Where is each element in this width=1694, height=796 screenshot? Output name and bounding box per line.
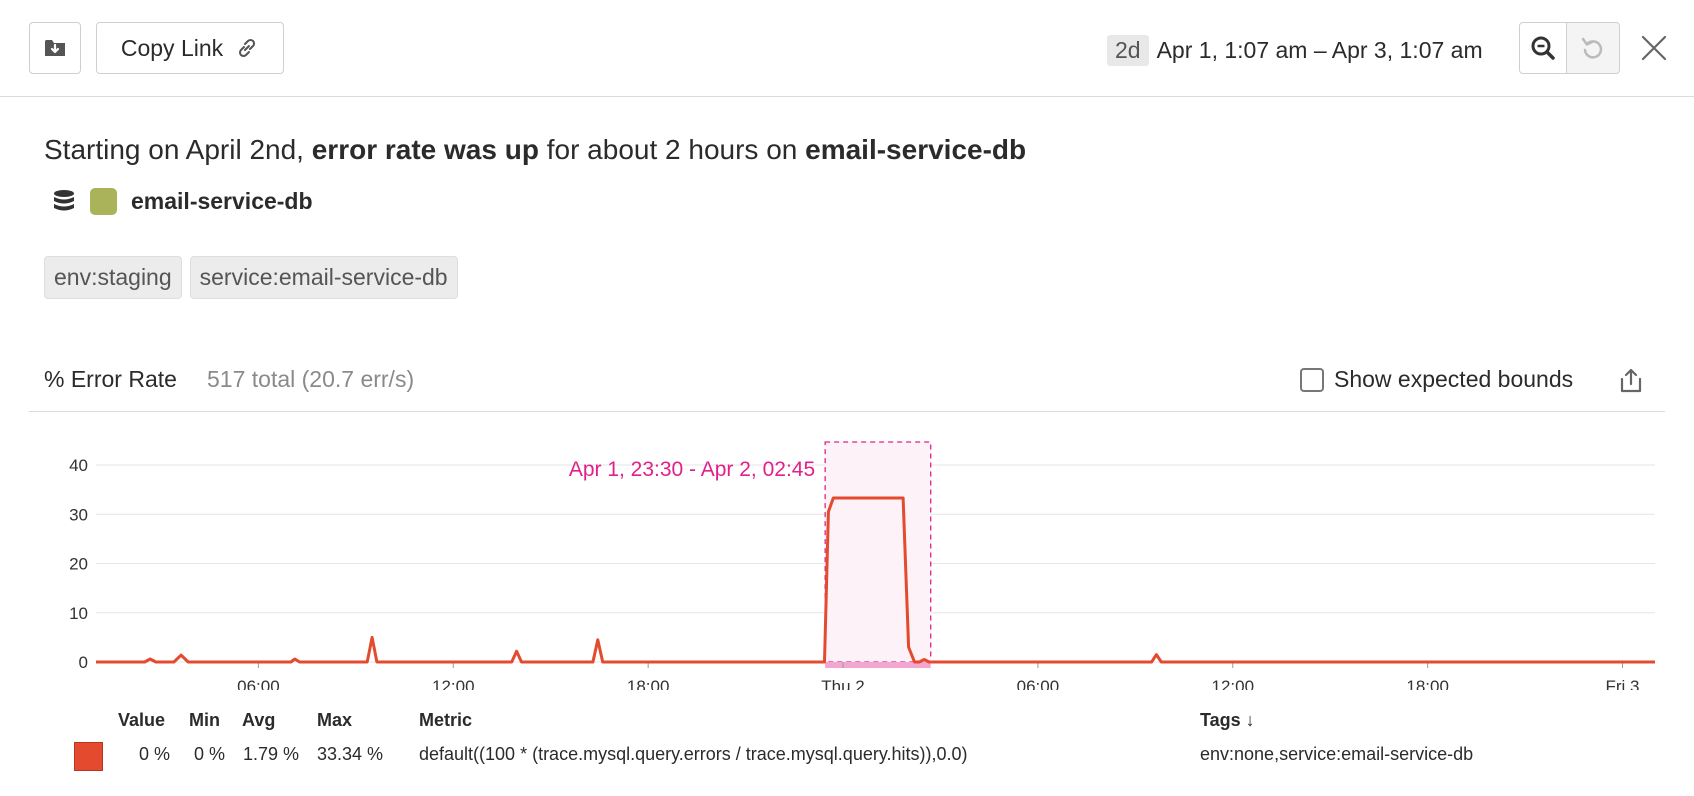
y-tick-label: 20	[69, 555, 88, 574]
legend-header-tags[interactable]: Tags ↓	[1200, 710, 1255, 731]
chart-legend: Value Min Avg Max Metric Tags ↓ 0 % 0 % …	[0, 710, 1694, 790]
undo-icon	[1581, 37, 1603, 59]
expected-bounds-label: Show expected bounds	[1334, 366, 1574, 392]
summary-prefix: Starting on April 2nd,	[44, 134, 312, 165]
copy-link-button[interactable]: Copy Link	[96, 22, 284, 74]
close-icon	[1641, 35, 1667, 61]
toolbar: Copy Link 2d Apr 1, 1:07 am – Apr 3, 1:0…	[0, 0, 1694, 97]
download-box-icon	[45, 40, 65, 56]
y-tick-label: 40	[69, 456, 88, 475]
legend-avg: 1.79 %	[243, 744, 300, 764]
chart-subtitle: 517 total (20.7 err/s)	[207, 366, 415, 392]
y-tick-label: 30	[69, 505, 88, 524]
show-expected-bounds-toggle[interactable]: Show expected bounds	[1300, 366, 1573, 393]
y-tick-label: 10	[69, 604, 88, 623]
x-tick-label: 18:00	[1406, 677, 1449, 690]
y-tick-label: 0	[79, 653, 88, 672]
service-name: email-service-db	[131, 188, 313, 214]
highlight-range-label: Apr 1, 23:30 - Apr 2, 02:45	[569, 458, 815, 481]
tag-chip[interactable]: env:staging	[44, 256, 182, 299]
insight-summary: Starting on April 2nd, error rate was up…	[44, 134, 1026, 166]
database-icon	[54, 189, 74, 210]
x-tick-label: 12:00	[1211, 677, 1254, 690]
service-row[interactable]: email-service-db	[52, 188, 313, 215]
error-rate-chart[interactable]: 0 10 20 30 40 Apr 1, 23:30 - Apr 2, 02:45 06:0…	[0, 420, 1694, 696]
legend-max: 33.34 %	[317, 744, 384, 764]
legend-series-swatch	[74, 742, 103, 771]
chart-canvas[interactable]: 0 10 20 30 40 Apr 1, 23:30 - Apr 2, 02:45 06:0…	[0, 420, 1694, 696]
chart-title: % Error Rate	[44, 366, 177, 392]
zoom-button[interactable]	[1519, 22, 1567, 74]
undo-zoom-button[interactable]	[1566, 22, 1620, 74]
tag-chip[interactable]: service:email-service-db	[189, 256, 458, 299]
save-to-dashboard-button[interactable]	[29, 22, 81, 74]
legend-header-min: Min	[189, 710, 220, 730]
x-tick-label: Fri 3	[1606, 677, 1640, 690]
summary-middle: for about 2 hours on	[538, 134, 806, 165]
x-tick-label: 18:00	[627, 677, 670, 690]
legend-header-metric: Metric	[419, 710, 473, 730]
x-tick-label: 06:00	[237, 677, 280, 690]
x-tick-label: 06:00	[1017, 677, 1060, 690]
share-icon	[1620, 368, 1642, 393]
highlight-band	[825, 442, 931, 662]
legend-header-avg: Avg	[242, 710, 276, 730]
service-color-swatch	[90, 188, 117, 215]
tag-list: env:staging service:email-service-db	[44, 256, 458, 299]
legend-header-max: Max	[317, 710, 353, 730]
time-range-picker[interactable]: 2d Apr 1, 1:07 am – Apr 3, 1:07 am	[1107, 32, 1483, 68]
chart-divider	[29, 411, 1665, 412]
legend-header-value: Value	[118, 710, 166, 730]
link-icon	[239, 38, 256, 58]
close-button[interactable]	[1636, 30, 1672, 66]
legend-tags: env:none,service:email-service-db	[1200, 744, 1474, 764]
legend-min: 0 %	[194, 744, 226, 764]
expected-bounds-checkbox[interactable]	[1300, 367, 1324, 392]
magnifier-icon	[1531, 36, 1555, 60]
time-span-badge: 2d	[1107, 34, 1149, 66]
export-button[interactable]	[1616, 366, 1646, 396]
x-tick-label: Thu 2	[821, 677, 864, 690]
time-range-label: Apr 1, 1:07 am – Apr 3, 1:07 am	[1156, 36, 1483, 63]
x-tick-label: 12:00	[432, 677, 475, 690]
copy-link-label: Copy Link	[120, 34, 224, 61]
legend-value: 0 %	[139, 744, 171, 764]
summary-highlight-metric: error rate was up	[311, 134, 539, 165]
summary-highlight-service: email-service-db	[805, 134, 1027, 165]
legend-metric[interactable]: default((100 * (trace.mysql.query.errors…	[419, 744, 968, 765]
